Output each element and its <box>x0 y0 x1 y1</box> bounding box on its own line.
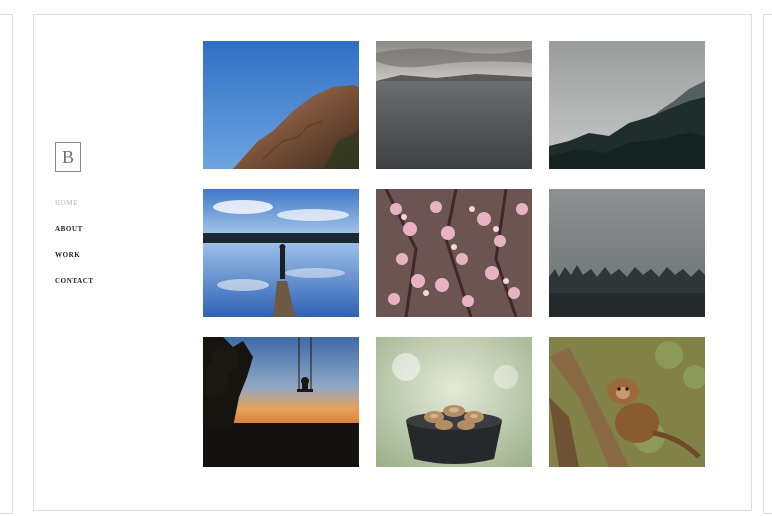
lake-image <box>376 41 532 169</box>
gallery-photo-lake[interactable] <box>376 41 532 169</box>
gallery-photo-pier[interactable] <box>203 189 359 317</box>
cliff-image <box>203 41 359 169</box>
gallery-photo-monkey[interactable] <box>549 337 705 467</box>
fog-image <box>549 189 705 317</box>
gallery-photo-misty-forest[interactable] <box>549 41 705 169</box>
logo[interactable]: B <box>55 142 81 172</box>
photo-gallery <box>203 41 705 467</box>
gallery-photo-fog[interactable] <box>549 189 705 317</box>
monkey-image <box>549 337 705 467</box>
pier-image <box>203 189 359 317</box>
nav-item-contact[interactable]: CONTACT <box>55 277 94 303</box>
blossoms-image <box>376 189 532 317</box>
nav-item-work[interactable]: WORK <box>55 251 94 277</box>
next-slide-edge <box>763 14 772 514</box>
nav-item-about[interactable]: ABOUT <box>55 225 94 251</box>
website-preview-frame: B HOME ABOUT WORK CONTACT <box>33 14 752 511</box>
previous-slide-edge <box>0 14 13 514</box>
main-nav: HOME ABOUT WORK CONTACT <box>55 199 94 303</box>
nav-item-home[interactable]: HOME <box>55 199 94 225</box>
swing-image <box>203 337 359 467</box>
misty-forest-image <box>549 41 705 169</box>
logo-letter: B <box>61 147 74 167</box>
page: B HOME ABOUT WORK CONTACT <box>0 0 772 516</box>
gallery-photo-swing[interactable] <box>203 337 359 467</box>
sidebar: B HOME ABOUT WORK CONTACT <box>34 15 184 510</box>
gallery-photo-cliff[interactable] <box>203 41 359 169</box>
nuts-image <box>376 337 532 467</box>
gallery-photo-nuts[interactable] <box>376 337 532 467</box>
gallery-photo-blossoms[interactable] <box>376 189 532 317</box>
